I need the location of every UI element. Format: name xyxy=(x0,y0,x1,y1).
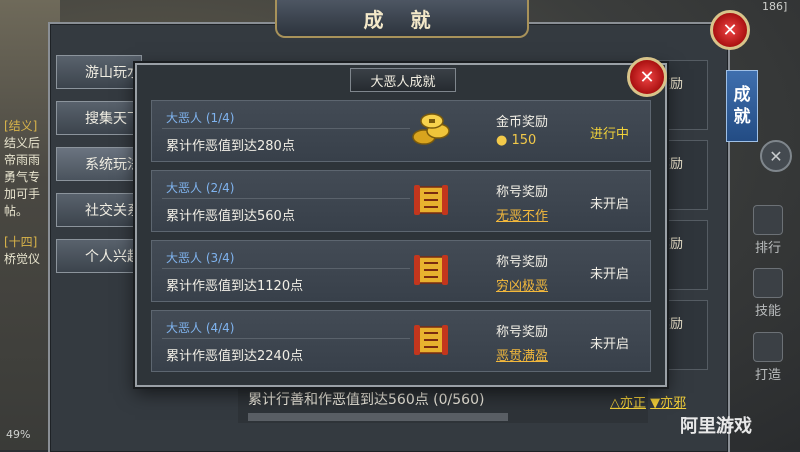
title-scroll-icon xyxy=(414,325,448,355)
divider xyxy=(162,268,410,269)
achievement-detail-popup: 大恶人成就 ✕ 大恶人 (1/4) 累计作恶值到达280点 金币奖励 ● 150… xyxy=(135,57,667,387)
divider xyxy=(162,338,410,339)
achievement-row[interactable]: 大恶人 (1/4) 累计作恶值到达280点 金币奖励 ● 150 进行中 xyxy=(151,100,651,162)
achievement-name: 大恶人 (1/4) xyxy=(166,111,235,125)
chat-line: 勇气专 xyxy=(4,170,41,184)
reward-label: 称号奖励 xyxy=(496,255,549,270)
reward-label: 称号奖励 xyxy=(496,325,549,340)
reward-label: 称号奖励 xyxy=(496,185,549,200)
gold-coins-icon xyxy=(412,113,450,145)
status-badge: 未开启 xyxy=(590,267,630,282)
chat-line: [结义] xyxy=(4,119,38,133)
chat-line: 帝雨雨 xyxy=(4,153,41,167)
rank-icon xyxy=(753,205,783,235)
reward-label: 金币奖励 xyxy=(496,115,549,130)
achievement-description: 累计行善和作恶值到达560点 (0/560) xyxy=(248,392,485,408)
chat-line: 帖。 xyxy=(4,204,29,218)
window-title: 成 就 xyxy=(275,0,529,38)
tab-category-1[interactable]: 游山玩水 xyxy=(56,55,142,89)
tab-category-3[interactable]: 系统玩法 xyxy=(56,147,142,181)
reward-coin-amount: ● 150 xyxy=(496,133,537,148)
status-badge: 未开启 xyxy=(590,197,630,212)
link-up[interactable]: △亦正 xyxy=(610,396,646,411)
battery-level: 49% xyxy=(6,428,31,441)
watermark: 阿里游戏 xyxy=(680,416,752,437)
popup-title: 大恶人成就 xyxy=(350,68,456,92)
achievement-description: 累计作恶值到达2240点 xyxy=(166,349,304,364)
tab-category-5[interactable]: 个人兴趣 xyxy=(56,239,142,273)
status-badge: 进行中 xyxy=(590,127,630,142)
achievement-name: 大恶人 (3/4) xyxy=(166,251,235,265)
category-tabs: 游山玩水 搜集天下 系统玩法 社交关系 个人兴趣 xyxy=(56,55,142,285)
tab-achievement[interactable]: 成 就 xyxy=(726,70,758,142)
chat-line: [十四] xyxy=(4,235,38,249)
divider xyxy=(162,198,410,199)
skill-button[interactable]: 技能 xyxy=(748,268,788,319)
achievement-row[interactable]: 大恶人 (3/4) 累计作恶值到达1120点 称号奖励 穷凶极恶 未开启 xyxy=(151,240,651,302)
forge-button[interactable]: 打造 xyxy=(748,332,788,383)
close-icon[interactable]: ✕ xyxy=(760,140,792,172)
achievement-description: 累计作恶值到达280点 xyxy=(166,139,295,154)
divider xyxy=(162,128,410,129)
chat-line: 加可手 xyxy=(4,187,41,201)
top-right-number: 186] xyxy=(762,0,788,13)
achievement-row[interactable]: 大恶人 (2/4) 累计作恶值到达560点 称号奖励 无恶不作 未开启 xyxy=(151,170,651,232)
rank-button[interactable]: 排行 xyxy=(748,205,788,256)
chat-line: 结义后 xyxy=(4,136,41,150)
tab-category-4[interactable]: 社交关系 xyxy=(56,193,142,227)
skill-icon xyxy=(753,268,783,298)
title-scroll-icon xyxy=(414,185,448,215)
close-popup-button[interactable]: ✕ xyxy=(627,57,667,97)
reward-title-link[interactable]: 无恶不作 xyxy=(496,205,548,224)
list-item[interactable]: 累计行善和作恶值到达560点 (0/560) xyxy=(238,382,648,423)
achievement-row[interactable]: 大恶人 (4/4) 累计作恶值到达2240点 称号奖励 恶贯满盈 未开启 xyxy=(151,310,651,372)
achievement-name: 大恶人 (4/4) xyxy=(166,321,235,335)
reward-title-link[interactable]: 穷凶极恶 xyxy=(496,275,548,294)
chat-line: 桥觉仪 xyxy=(4,252,41,266)
link-down[interactable]: ▼亦邪 xyxy=(650,396,686,411)
reward-title-link[interactable]: 恶贯满盈 xyxy=(496,345,548,364)
forge-icon xyxy=(753,332,783,362)
status-badge: 未开启 xyxy=(590,337,630,352)
close-window-button[interactable]: ✕ xyxy=(710,10,750,50)
achievement-description: 累计作恶值到达1120点 xyxy=(166,279,304,294)
coin-icon: ● xyxy=(496,133,508,148)
achievement-description: 累计作恶值到达560点 xyxy=(166,209,295,224)
progress-bar xyxy=(248,413,508,421)
tab-category-2[interactable]: 搜集天下 xyxy=(56,101,142,135)
achievement-name: 大恶人 (2/4) xyxy=(166,181,235,195)
alignment-links: △亦正 ▼亦邪 xyxy=(610,392,686,411)
title-scroll-icon xyxy=(414,255,448,285)
